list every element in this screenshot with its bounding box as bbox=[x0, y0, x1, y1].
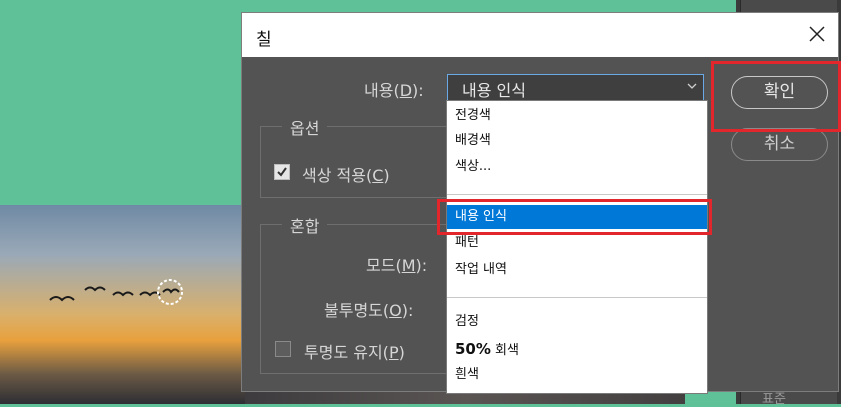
check-icon bbox=[277, 167, 287, 177]
mode-label: 모드(M): bbox=[366, 256, 428, 275]
chevron-down-icon bbox=[687, 83, 697, 89]
cancel-button[interactable]: 취소 bbox=[731, 128, 828, 161]
list-item-background[interactable]: 배경색 bbox=[447, 129, 707, 153]
dialog-titlebar: 칠 bbox=[242, 13, 838, 57]
color-adapt-label: 색상 적용(C) bbox=[302, 166, 390, 185]
selected-item-highlight bbox=[437, 199, 712, 235]
dialog-title: 칠 bbox=[256, 30, 272, 50]
list-item-gray[interactable]: 50% 회색 bbox=[447, 337, 707, 361]
content-dropdown-list: 전경색 배경색 색상... 내용 인식 패턴 작업 내역 검정 50% 회색 흰… bbox=[446, 100, 708, 394]
list-item-color[interactable]: 색상... bbox=[447, 155, 707, 179]
list-separator bbox=[447, 194, 707, 195]
blend-group-title: 혼합 bbox=[282, 213, 328, 237]
preserve-transparency-label: 투명도 유지(P) bbox=[304, 343, 405, 362]
list-item-gray-word: 회색 bbox=[495, 343, 519, 358]
list-item-gray-percent: 50% bbox=[455, 340, 491, 358]
birds-silhouette bbox=[49, 279, 183, 305]
list-item-foreground[interactable]: 전경색 bbox=[447, 104, 707, 128]
list-separator bbox=[447, 297, 707, 298]
list-item-white[interactable]: 흰색 bbox=[447, 363, 707, 387]
preserve-transparency-checkbox[interactable] bbox=[275, 341, 291, 357]
list-item-history[interactable]: 작업 내역 bbox=[447, 258, 707, 282]
color-adapt-checkbox[interactable] bbox=[274, 164, 290, 180]
content-label: 내용(D): bbox=[364, 81, 424, 100]
options-group-title: 옵션 bbox=[282, 115, 328, 139]
close-icon[interactable] bbox=[806, 23, 828, 45]
list-item-black[interactable]: 검정 bbox=[447, 310, 707, 334]
opacity-label: 불투명도(O): bbox=[324, 301, 414, 320]
content-select[interactable]: 내용 인식 bbox=[447, 74, 704, 101]
ok-button-highlight bbox=[711, 61, 841, 132]
content-select-value: 내용 인식 bbox=[462, 81, 526, 100]
